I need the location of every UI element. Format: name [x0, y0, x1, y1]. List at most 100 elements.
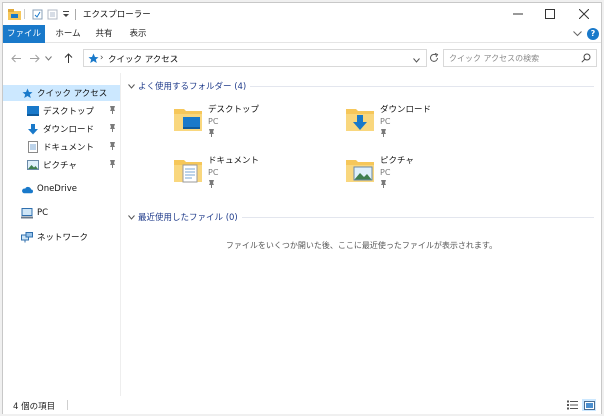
status-bar: 4 個の項目	[3, 396, 601, 414]
minimize-icon	[513, 13, 523, 15]
pin-icon	[208, 129, 215, 140]
back-button[interactable]	[9, 50, 23, 66]
pictures-folder-icon	[344, 154, 376, 186]
chevron-down-icon	[128, 82, 138, 91]
address-separator[interactable]: ›	[100, 53, 103, 63]
help-button[interactable]: ?	[587, 27, 599, 41]
customize-qa-icon[interactable]	[61, 7, 71, 21]
refresh-button[interactable]	[427, 50, 441, 66]
recent-empty-message: ファイルをいくつか開いた後、ここに最近使ったファイルが表示されます。	[225, 241, 498, 250]
address-path[interactable]: クイック アクセス	[108, 53, 178, 65]
section-divider	[242, 217, 594, 218]
onedrive-cloud-icon	[21, 183, 33, 195]
large-icons-view-button[interactable]	[582, 399, 596, 411]
sidebar-item-downloads[interactable]: ダウンロード	[27, 121, 120, 137]
item-count: 4 個の項目	[13, 402, 56, 412]
folder-location: PC	[208, 168, 219, 177]
window-title: エクスプローラー	[83, 10, 151, 20]
pc-icon	[21, 207, 33, 219]
sidebar-item-documents[interactable]: ドキュメント	[27, 139, 120, 155]
properties-icon[interactable]	[30, 7, 44, 21]
pin-icon	[380, 129, 387, 140]
address-dropdown-icon[interactable]	[413, 56, 420, 66]
sidebar-item-label: クイック アクセス	[37, 89, 108, 99]
quick-access-star-icon	[88, 53, 99, 67]
downloads-folder-icon	[344, 103, 376, 135]
folder-name: デスクトップ	[208, 105, 260, 115]
recent-locations-icon	[44, 55, 52, 61]
desktop-folder-icon	[172, 103, 204, 135]
pin-icon[interactable]	[109, 142, 116, 153]
folder-tile-downloads[interactable]: ダウンロード PC	[344, 103, 494, 149]
recent-locations-button[interactable]	[43, 50, 53, 66]
section-divider	[250, 86, 594, 87]
expand-ribbon-button[interactable]	[571, 27, 583, 41]
explorer-window: エクスプローラー ファイル ホーム 共有 表示 ? › クイック アクセス › …	[2, 2, 602, 414]
search-box[interactable]	[443, 49, 597, 67]
folder-name: ダウンロード	[380, 105, 432, 115]
chevron-down-icon	[572, 31, 582, 37]
title-bar: エクスプローラー	[3, 3, 601, 25]
tab-share[interactable]: 共有	[89, 25, 119, 43]
network-icon	[21, 231, 33, 243]
sidebar-item-label: ピクチャ	[43, 161, 77, 171]
new-folder-icon[interactable]	[45, 7, 59, 21]
refresh-icon	[430, 53, 439, 62]
address-bar[interactable]: › クイック アクセス ›	[83, 49, 427, 67]
sidebar-item-onedrive[interactable]: OneDrive	[21, 181, 120, 197]
sidebar-item-network[interactable]: ネットワーク	[21, 229, 120, 245]
sidebar-item-pc[interactable]: PC	[21, 205, 120, 221]
folder-tile-documents[interactable]: ドキュメント PC	[172, 154, 322, 200]
pin-icon[interactable]	[109, 106, 116, 117]
forward-button[interactable]	[27, 50, 41, 66]
recent-files-header[interactable]: 最近使用したファイル (0)	[128, 210, 594, 224]
tab-home[interactable]: ホーム	[49, 25, 87, 43]
folder-name: ピクチャ	[380, 156, 414, 166]
title-divider	[75, 9, 76, 20]
search-input[interactable]	[449, 52, 575, 64]
sidebar-item-label: ネットワーク	[37, 233, 89, 243]
desktop-icon	[27, 105, 39, 117]
sidebar-item-label: ドキュメント	[43, 143, 95, 153]
pin-icon[interactable]	[109, 124, 116, 135]
maximize-icon	[545, 9, 555, 19]
sidebar-item-label: OneDrive	[37, 184, 77, 194]
app-folder-icon[interactable]	[7, 7, 21, 21]
pin-icon[interactable]	[109, 160, 116, 171]
quick-access-star-icon	[21, 87, 33, 99]
documents-folder-icon	[172, 154, 204, 186]
frequent-folders-header[interactable]: よく使用するフォルダー (4)	[128, 79, 594, 93]
chevron-down-icon	[128, 213, 138, 222]
details-view-button[interactable]	[565, 399, 579, 411]
folder-tile-pictures[interactable]: ピクチャ PC	[344, 154, 494, 200]
search-icon[interactable]	[581, 53, 591, 66]
picture-icon	[27, 159, 39, 171]
sidebar-item-quick-access[interactable]: クイック アクセス	[3, 85, 120, 101]
sidebar-item-pictures[interactable]: ピクチャ	[27, 157, 120, 173]
folder-location: PC	[380, 168, 391, 177]
ribbon: ファイル ホーム 共有 表示 ?	[3, 25, 601, 43]
sidebar-item-label: デスクトップ	[43, 107, 95, 117]
minimize-button[interactable]	[501, 3, 535, 25]
navigation-bar: › クイック アクセス ›	[3, 44, 601, 72]
help-icon: ?	[587, 28, 599, 40]
sidebar-item-label: ダウンロード	[43, 125, 95, 135]
up-button[interactable]	[61, 50, 75, 66]
forward-arrow-icon	[29, 54, 40, 62]
address-separator-end[interactable]: ›	[174, 53, 177, 63]
maximize-button[interactable]	[533, 3, 567, 25]
folder-location: PC	[208, 117, 219, 126]
pin-icon	[380, 180, 387, 191]
document-icon	[27, 141, 39, 153]
close-button[interactable]	[567, 3, 601, 25]
tab-view[interactable]: 表示	[123, 25, 153, 43]
large-icons-view-icon	[583, 400, 595, 410]
details-view-icon	[566, 400, 578, 410]
sidebar-item-desktop[interactable]: デスクトップ	[27, 103, 120, 119]
sidebar-item-label: PC	[37, 208, 49, 218]
close-icon	[579, 9, 589, 19]
folder-tile-desktop[interactable]: デスクトップ PC	[172, 103, 322, 149]
tab-file[interactable]: ファイル	[3, 25, 45, 43]
folder-location: PC	[380, 117, 391, 126]
section-title: 最近使用したファイル (0)	[138, 213, 238, 223]
